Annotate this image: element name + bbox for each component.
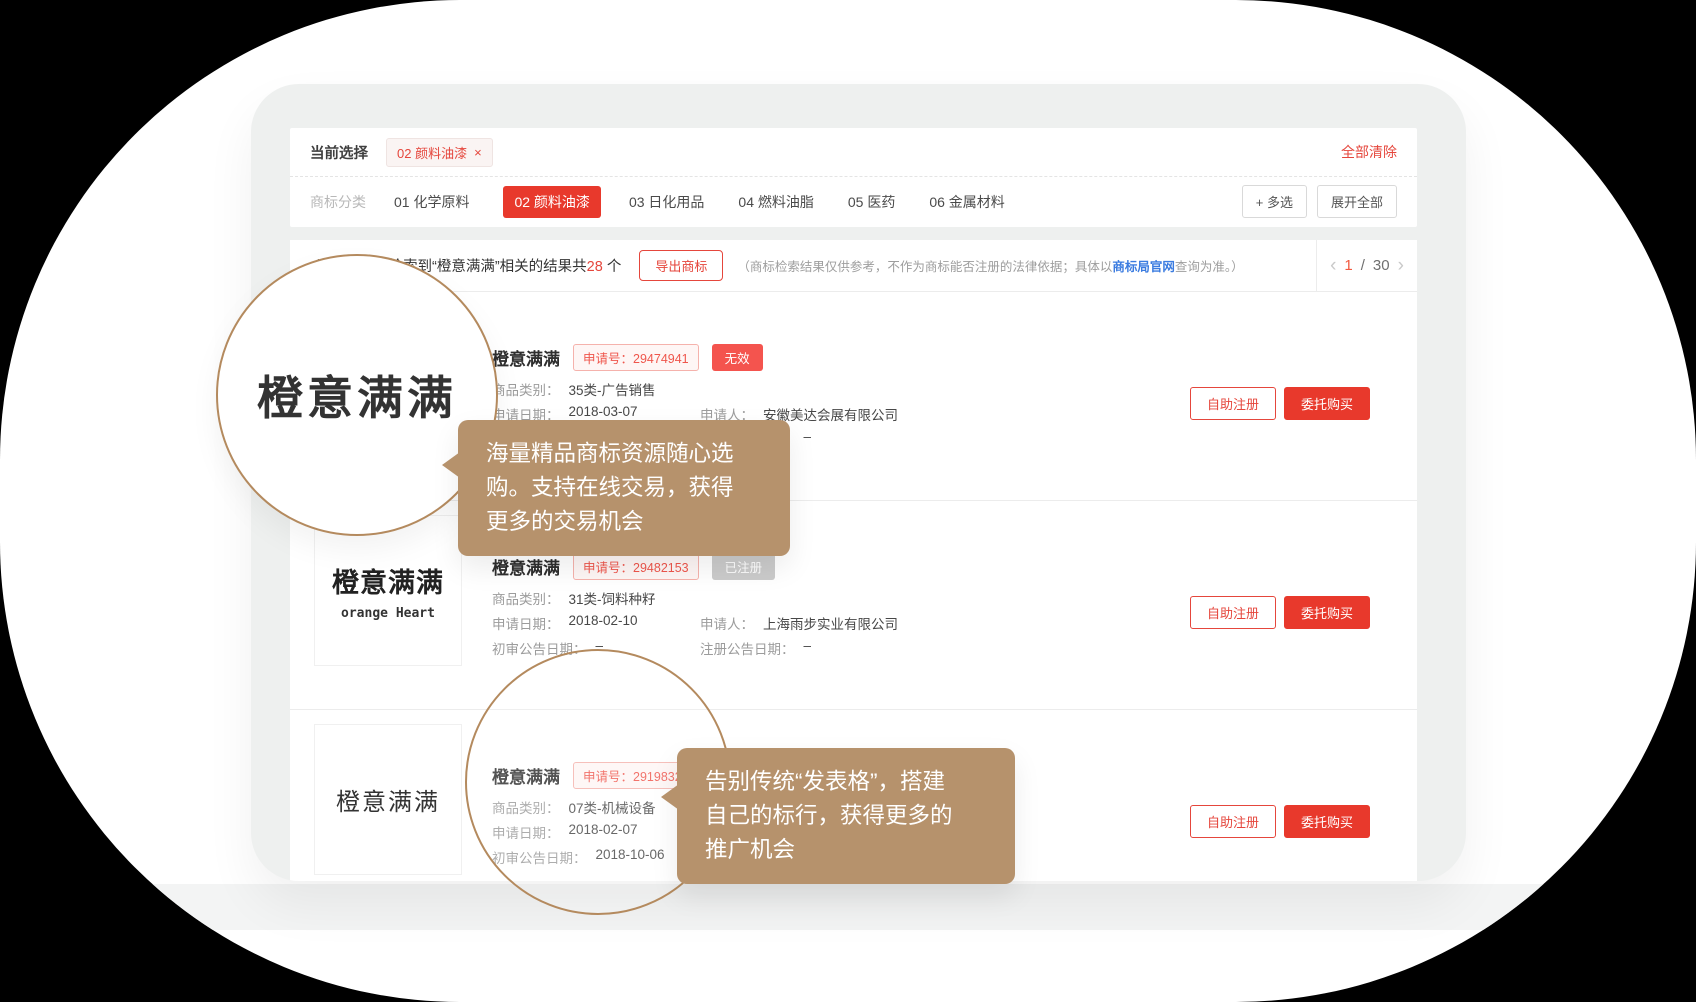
registration-publication-label: 注册公告日期：	[700, 638, 795, 658]
apply-date-label: 申请日期：	[492, 613, 560, 633]
application-number-tag: 申请号：29482153	[573, 553, 699, 580]
application-number-label: 申请号：	[583, 352, 633, 366]
results-header: 当前分类下检索到“橙意满满”相关的结果共28 个 导出商标 （商标检索结果仅供参…	[290, 240, 1417, 292]
disclaimer-suffix: 查询为准。）	[1175, 260, 1244, 274]
category-item-06[interactable]: 06 金属材料	[929, 192, 1004, 212]
category-item-04[interactable]: 04 燃料油脂	[738, 192, 813, 212]
clear-all-button[interactable]: 全部清除	[1341, 142, 1397, 162]
trademark-name[interactable]: 橙意满满	[492, 554, 560, 579]
application-number: 29474941	[633, 352, 689, 366]
status-badge-registered: 已注册	[712, 553, 776, 580]
current-selection-row: 当前选择 02 颜料油漆 × 全部清除	[290, 128, 1417, 177]
multi-select-button[interactable]: + 多选	[1242, 185, 1307, 218]
trademark-image[interactable]: 橙意满满 orange Heart	[314, 515, 462, 666]
results-count: 28	[587, 259, 603, 275]
application-number: 29482153	[633, 561, 689, 575]
apply-date-value: 2018-02-10	[569, 613, 638, 633]
category-field-value: 35类-广告销售	[569, 379, 656, 399]
page-separator: /	[1361, 257, 1365, 274]
category-item-02-selected[interactable]: 02 颜料油漆	[503, 186, 600, 218]
pagination: ‹ 1 / 30 ›	[1316, 240, 1417, 291]
selected-filter-tag[interactable]: 02 颜料油漆 ×	[386, 138, 493, 167]
tooltip-marketplace: 海量精品商标资源随心选 购。支持在线交易，获得 更多的交易机会	[458, 420, 790, 556]
self-register-button[interactable]: 自助注册	[1190, 596, 1276, 629]
status-badge-invalid: 无效	[712, 344, 763, 371]
trademark-name[interactable]: 橙意满满	[492, 345, 560, 370]
category-field-label: 商品类别：	[492, 379, 560, 399]
applicant-value: 上海雨步实业有限公司	[763, 613, 898, 633]
registration-publication-value: –	[804, 429, 812, 449]
row-actions: 自助注册 委托购买	[1190, 596, 1370, 629]
expand-all-button[interactable]: 展开全部	[1317, 185, 1397, 218]
tooltip-line: 告别传统“发表格”，搭建	[705, 765, 1015, 799]
category-field-value: 31类-饲料种籽	[569, 588, 656, 608]
remove-filter-icon[interactable]: ×	[474, 145, 482, 160]
category-row: 商标分类 01 化学原料 02 颜料油漆 03 日化用品 04 燃料油脂 05 …	[290, 177, 1417, 226]
self-register-button[interactable]: 自助注册	[1190, 805, 1276, 838]
category-label: 商标分类	[310, 192, 366, 212]
export-trademarks-button[interactable]: 导出商标	[639, 250, 723, 281]
trademark-image-text: 橙意满满	[332, 561, 444, 600]
entrust-purchase-button[interactable]: 委托购买	[1284, 387, 1370, 420]
trademark-image-text: 橙意满满	[336, 782, 440, 817]
bottom-shadow-band	[76, 884, 1620, 930]
application-number-tag: 申请号：29474941	[573, 344, 699, 371]
row-actions: 自助注册 委托购买	[1190, 805, 1370, 838]
category-item-01[interactable]: 01 化学原料	[394, 192, 469, 212]
trademark-image[interactable]: 橙意满满	[314, 724, 462, 875]
tooltip-line: 购。支持在线交易，获得	[486, 471, 790, 505]
summary-suffix: 个	[603, 259, 622, 275]
application-number-label: 申请号：	[583, 561, 633, 575]
disclaimer-prefix: （商标检索结果仅供参考，不作为商标能否注册的法律依据；具体以	[737, 260, 1112, 274]
row-actions: 自助注册 委托购买	[1190, 387, 1370, 420]
tooltip-line: 海量精品商标资源随心选	[486, 437, 790, 471]
total-pages: 30	[1373, 257, 1390, 274]
magnifier-circle-trademark: 橙意满满	[216, 254, 498, 536]
entrust-purchase-button[interactable]: 委托购买	[1284, 596, 1370, 629]
tooltip-line: 推广机会	[705, 833, 1015, 867]
page-canvas: 当前选择 02 颜料油漆 × 全部清除 商标分类 01 化学原料 02 颜料油漆…	[0, 0, 1696, 1002]
filter-panel: 当前选择 02 颜料油漆 × 全部清除 商标分类 01 化学原料 02 颜料油漆…	[290, 128, 1417, 227]
magnified-trademark-text: 橙意满满	[257, 362, 457, 428]
current-page: 1	[1344, 257, 1352, 274]
tooltip-promotion: 告别传统“发表格”，搭建 自己的标行，获得更多的 推广机会	[677, 748, 1015, 884]
category-field-label: 商品类别：	[492, 588, 560, 608]
category-item-03[interactable]: 03 日化用品	[629, 192, 704, 212]
self-register-button[interactable]: 自助注册	[1190, 387, 1276, 420]
tooltip-line: 自己的标行，获得更多的	[705, 799, 1015, 833]
selected-filter-text: 02 颜料油漆	[397, 143, 467, 162]
disclaimer-text: （商标检索结果仅供参考，不作为商标能否注册的法律依据；具体以商标局官网查询为准。…	[737, 256, 1243, 275]
entrust-purchase-button[interactable]: 委托购买	[1284, 805, 1370, 838]
tooltip-line: 更多的交易机会	[486, 505, 790, 539]
current-selection-label: 当前选择	[310, 142, 368, 163]
prev-page-icon[interactable]: ‹	[1330, 256, 1336, 275]
category-item-05[interactable]: 05 医药	[848, 192, 895, 212]
registration-publication-value: –	[804, 638, 812, 658]
trademark-office-link[interactable]: 商标局官网	[1112, 260, 1175, 274]
next-page-icon[interactable]: ›	[1398, 256, 1404, 275]
trademark-image-subtext: orange Heart	[341, 606, 435, 621]
applicant-label: 申请人：	[700, 613, 754, 633]
